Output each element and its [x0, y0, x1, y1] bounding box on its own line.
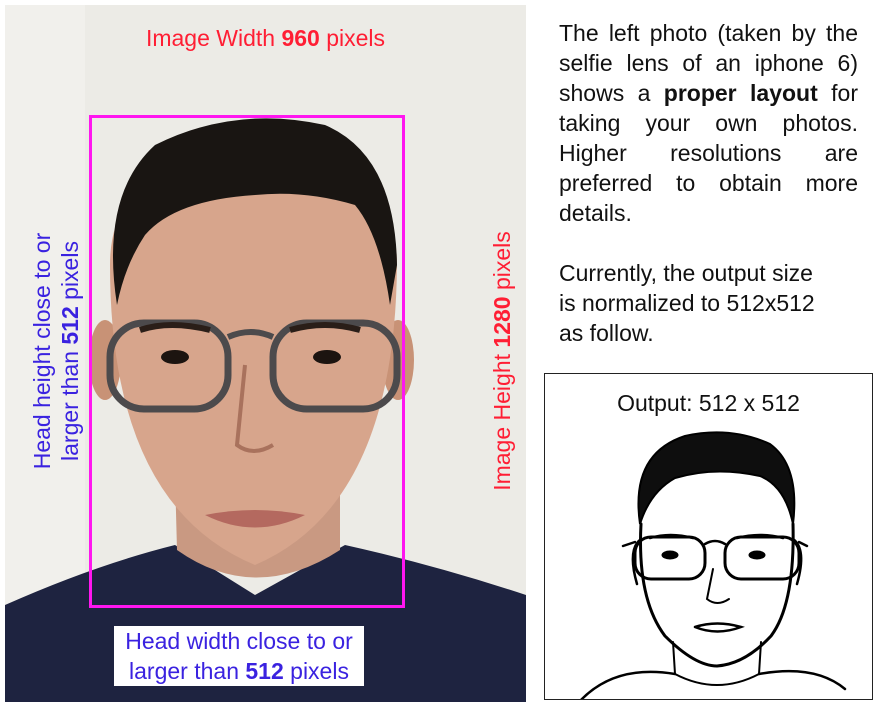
head-width-value: 512: [245, 658, 284, 684]
image-width-prefix: Image Width: [145, 25, 282, 51]
head-width-line2: larger than 512 pixels: [114, 656, 364, 686]
head-height-label: Head height close to or larger than 512 …: [28, 233, 84, 470]
head-height-line1: Head height close to or: [29, 232, 55, 470]
output-note-line2: is normalized to 512x512: [559, 290, 815, 316]
head-width-label: Head width close to or larger than 512 p…: [114, 626, 364, 686]
head-width-prefix: larger than: [129, 658, 246, 684]
head-height-line2: larger than 512 pixels: [56, 233, 84, 470]
output-title: Output: 512 x 512: [617, 390, 800, 416]
image-height-prefix: Image Height: [489, 347, 515, 491]
description-bold: proper layout: [663, 80, 818, 106]
image-height-value: 1280: [489, 296, 515, 348]
head-height-prefix: larger than: [57, 344, 83, 461]
sketch-illustration: [580, 431, 847, 699]
image-width-suffix: pixels: [319, 25, 386, 51]
image-width-value: 960: [281, 25, 320, 51]
output-note-line3: as follow.: [559, 320, 654, 346]
output-note-line1: Currently, the output size: [559, 260, 813, 286]
head-bounding-box: [89, 115, 405, 608]
selfie-photo: Image Width 960 pixels Image Height 1280…: [5, 5, 526, 702]
head-height-suffix: pixels: [57, 241, 83, 307]
head-width-suffix: pixels: [283, 658, 349, 684]
head-height-value: 512: [57, 306, 83, 345]
image-height-label: Image Height 1280 pixels: [488, 231, 516, 491]
output-preview: Output: 512 x 512: [544, 373, 873, 700]
image-width-label: Image Width 960 pixels: [5, 24, 526, 52]
output-note: Currently, the output size is normalized…: [559, 258, 858, 348]
head-width-line1: Head width close to or: [125, 628, 353, 654]
description-paragraph: The left photo (taken by the selfie lens…: [559, 18, 858, 228]
image-height-suffix: pixels: [489, 231, 515, 297]
